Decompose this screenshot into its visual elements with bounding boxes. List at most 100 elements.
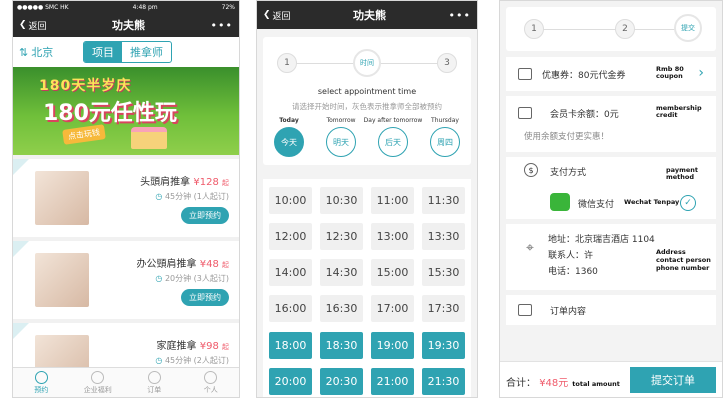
- dollar-icon: $: [524, 163, 538, 177]
- step-1: 1: [524, 19, 544, 39]
- clock-icon: ◷: [155, 192, 163, 201]
- service-image: [35, 171, 89, 225]
- stepper: 1 时间 3: [277, 49, 457, 77]
- status-bar: ●●●●● SMC HK 4:48 pm 72%: [13, 1, 239, 13]
- time-slot[interactable]: 15:00: [371, 259, 414, 287]
- time-slot[interactable]: 16:30: [320, 295, 363, 323]
- tab-orders[interactable]: 订单: [126, 368, 183, 397]
- time-slot[interactable]: 17:00: [371, 295, 414, 323]
- banner-line1: 180天半岁庆: [39, 78, 132, 94]
- screen-time-select: ❮ 返回 功夫熊 ••• 1 时间 3 select appointment ti…: [256, 0, 478, 398]
- time-slot[interactable]: 10:30: [320, 187, 363, 214]
- time-slot[interactable]: 11:00: [371, 187, 414, 214]
- submit-order-button[interactable]: 提交订单: [630, 367, 716, 393]
- wechat-pay-en: Wechat Tenpay: [624, 198, 680, 206]
- time-slot[interactable]: 11:30: [422, 187, 465, 214]
- clock-icon: ◷: [155, 356, 163, 365]
- service-title: 家庭推拿: [156, 341, 197, 352]
- wechat-icon: [550, 193, 570, 211]
- city-selector[interactable]: ⇅ 北京: [19, 44, 69, 60]
- address-en-line2: contact person: [656, 256, 711, 264]
- service-name: 家庭推拿 ¥98 起: [157, 337, 229, 352]
- check-icon[interactable]: ✓: [680, 195, 696, 211]
- time-slot[interactable]: 17:30: [422, 295, 465, 323]
- step-2: 2: [615, 19, 635, 39]
- service-card[interactable]: 办公頸肩推拿 ¥48 起 ◷ 20分钟 (3人起订) 立即预约: [13, 241, 239, 319]
- battery: 72%: [221, 3, 235, 11]
- book-button[interactable]: 立即预约: [181, 207, 229, 224]
- price-unit: 起: [222, 343, 229, 351]
- balance-label: 会员卡余额：0元: [550, 110, 619, 120]
- step-3: 3: [437, 53, 457, 73]
- time-slot[interactable]: 19:30: [422, 331, 465, 359]
- tab-booking[interactable]: 预约: [13, 368, 70, 397]
- nav-bar: ❮ 返回 功夫熊 •••: [257, 1, 477, 29]
- time-slot[interactable]: 10:00: [269, 187, 312, 214]
- day-thursday[interactable]: Thursday 周四: [423, 117, 467, 157]
- tab-profile[interactable]: 个人: [183, 368, 240, 397]
- service-price: ¥128: [193, 177, 219, 188]
- more-icon[interactable]: •••: [449, 9, 471, 22]
- service-meta: ◷ 45分钟 (2人起订): [155, 355, 229, 366]
- step-caption: select appointment time: [317, 87, 417, 96]
- time-slot[interactable]: 13:00: [371, 223, 414, 251]
- segment-projects[interactable]: 项目: [84, 42, 122, 62]
- step-3: 提交: [674, 14, 702, 42]
- service-duration: 45分钟 (1人起订): [164, 192, 229, 201]
- time-slot[interactable]: 20:30: [320, 367, 363, 395]
- stepper: 1 2 提交: [506, 7, 716, 51]
- balance-row: 会员卡余额：0元 membership credit 使用余额支付更实惠！: [506, 96, 716, 152]
- day-picker: Today 今天 Tomorrow 明天 Day after tomorrow 后天 …: [267, 117, 467, 157]
- order-content-row[interactable]: 订单内容: [506, 295, 716, 325]
- page-title: 功夫熊: [353, 9, 387, 22]
- time-slot[interactable]: 21:00: [371, 367, 414, 395]
- banner-tag: 点击玩钱: [62, 124, 106, 145]
- time-slot[interactable]: 12:30: [320, 223, 363, 251]
- people-icon: [91, 370, 105, 384]
- time-slot[interactable]: 14:00: [269, 259, 312, 287]
- coupon-row[interactable]: 优惠券：80元代金券 Rmb 80 coupon ›: [506, 57, 716, 91]
- price-unit: 起: [222, 261, 229, 269]
- address-row[interactable]: ⌖ 地址：北京瑞吉酒店 1104 联系人：许 电话：1360 Address co…: [506, 224, 716, 290]
- step-1: 1: [277, 53, 297, 73]
- day-button[interactable]: 明天: [326, 127, 356, 157]
- contact-text: 联系人：许: [548, 251, 594, 261]
- tab-label: 企业福利: [83, 385, 112, 394]
- clock-icon: ◷: [155, 274, 163, 283]
- time-slot[interactable]: 18:30: [320, 331, 363, 359]
- book-button[interactable]: 立即预约: [181, 289, 229, 306]
- day-button[interactable]: 今天: [274, 127, 304, 157]
- service-card[interactable]: 头頭肩推拿 ¥128 起 ◷ 45分钟 (1人起订) 立即预约: [13, 159, 239, 237]
- time-hint: 请选择开始时间，灰色表示推拿师全部被预约: [292, 102, 442, 111]
- segment-masseurs[interactable]: 推拿师: [122, 42, 171, 62]
- chevron-left-icon: ❮: [263, 10, 271, 20]
- back-label: 返回: [272, 11, 291, 22]
- day-today[interactable]: Today 今天: [267, 117, 311, 157]
- day-button[interactable]: 后天: [378, 127, 408, 157]
- tab-corporate[interactable]: 企业福利: [70, 368, 127, 397]
- time-slot[interactable]: 20:00: [269, 367, 312, 395]
- coupon-en-line2: coupon: [656, 72, 683, 80]
- time-slot[interactable]: 14:30: [320, 259, 363, 287]
- time-slot[interactable]: 12:00: [269, 223, 312, 251]
- promo-banner[interactable]: 180天半岁庆 180元任性玩 点击玩钱: [13, 67, 239, 155]
- back-button[interactable]: ❮ 返回: [263, 9, 291, 22]
- wechat-pay-label[interactable]: 微信支付: [578, 197, 614, 210]
- day-tomorrow[interactable]: Tomorrow 明天: [319, 117, 363, 157]
- corner-badge-icon: [13, 241, 29, 257]
- time-slot[interactable]: 21:30: [422, 367, 465, 395]
- more-icon[interactable]: •••: [211, 19, 233, 32]
- address-en: Address contact person phone number: [656, 248, 711, 272]
- time-slot[interactable]: 16:00: [269, 295, 312, 323]
- time-slot[interactable]: 19:00: [371, 331, 414, 359]
- total-en: total amount: [572, 380, 620, 388]
- time-slot[interactable]: 13:30: [422, 223, 465, 251]
- segment-control: 项目 推拿师: [83, 41, 172, 63]
- back-button[interactable]: ❮ 返回: [19, 19, 47, 32]
- time-slot[interactable]: 18:00: [269, 331, 312, 359]
- day-button[interactable]: 周四: [430, 127, 460, 157]
- service-title: 头頭肩推拿: [140, 177, 191, 188]
- time-slot[interactable]: 15:30: [422, 259, 465, 287]
- city-bar: ⇅ 北京 项目 推拿师: [13, 37, 239, 67]
- day-after-tomorrow[interactable]: Day after tomorrow 后天: [364, 117, 422, 157]
